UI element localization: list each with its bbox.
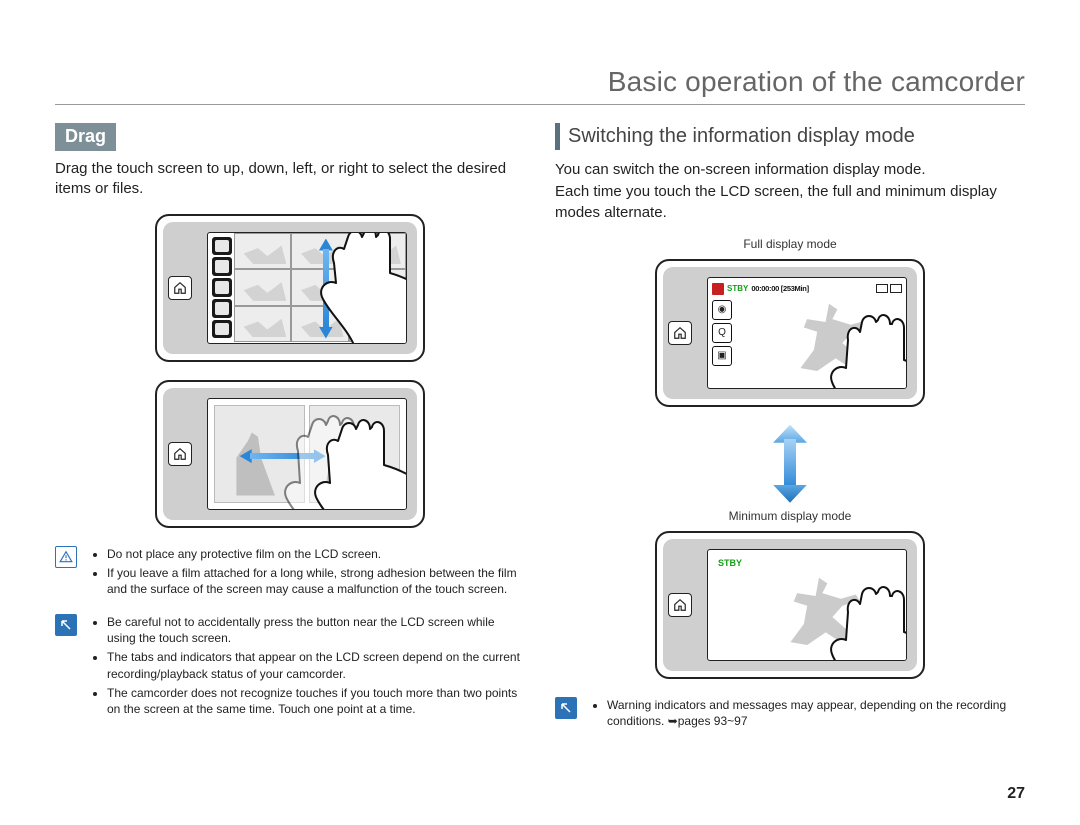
note-icon [55,614,77,636]
record-icon [712,283,724,295]
warning-item: Do not place any protective film on the … [107,546,525,562]
stby-label: STBY [718,558,742,568]
page-number: 27 [1007,785,1025,803]
figure-drag-horizontal [155,380,425,528]
subject-silhouette [792,304,876,374]
home-icon [668,321,692,345]
osd-time: 00:00:00 [253Min] [751,284,808,293]
stby-label: STBY [727,284,748,293]
page-title: Basic operation of the camcorder [55,66,1025,98]
info-item: Warning indicators and messages may appe… [607,697,1025,729]
figure-full-display: STBY 00:00:00 [253Min] ◉ Q ▣ [655,259,925,407]
note-icon [555,697,577,719]
play-icon: ▣ [712,346,732,366]
toggle-arrow-icon [773,425,807,503]
vertical-arrow-icon [319,239,333,339]
mode-icon: ◉ [712,300,732,320]
section-heading: Switching the information display mode [555,123,1025,150]
right-column: Switching the information display mode Y… [555,123,1025,732]
figure-min-display: STBY [655,531,925,679]
section-body: You can switch the on-screen information… [555,160,1025,180]
thumbnail-toolbar [212,237,232,339]
osd-topbar: STBY 00:00:00 [253Min] [712,282,902,296]
caution-icon [55,546,77,568]
subject-silhouette [782,578,866,648]
warning-item: If you leave a film attached for a long … [107,565,525,597]
figure-drag-vertical [155,214,425,362]
info-item: The tabs and indicators that appear on t… [107,649,525,681]
horizontal-rule [55,104,1025,105]
horizontal-arrow-icon [240,449,326,463]
home-icon [668,593,692,617]
info-note: Be careful not to accidentally press the… [55,614,525,720]
warning-note: Do not place any protective film on the … [55,546,525,601]
zoom-icon: Q [712,323,732,343]
home-icon [168,276,192,300]
info-note: Warning indicators and messages may appe… [555,697,1025,732]
info-item: Be careful not to accidentally press the… [107,614,525,646]
home-icon [168,442,192,466]
battery-icon [876,284,902,293]
left-column: Drag Drag the touch screen to up, down, … [55,123,525,732]
drag-heading: Drag [55,123,116,151]
caption-full-display: Full display mode [555,237,1025,251]
info-item: The camcorder does not recognize touches… [107,685,525,717]
section-body: Each time you touch the LCD screen, the … [555,182,1025,223]
drag-description: Drag the touch screen to up, down, left,… [55,159,525,200]
osd-side-icons: ◉ Q ▣ [712,300,730,366]
caption-min-display: Minimum display mode [555,509,1025,523]
